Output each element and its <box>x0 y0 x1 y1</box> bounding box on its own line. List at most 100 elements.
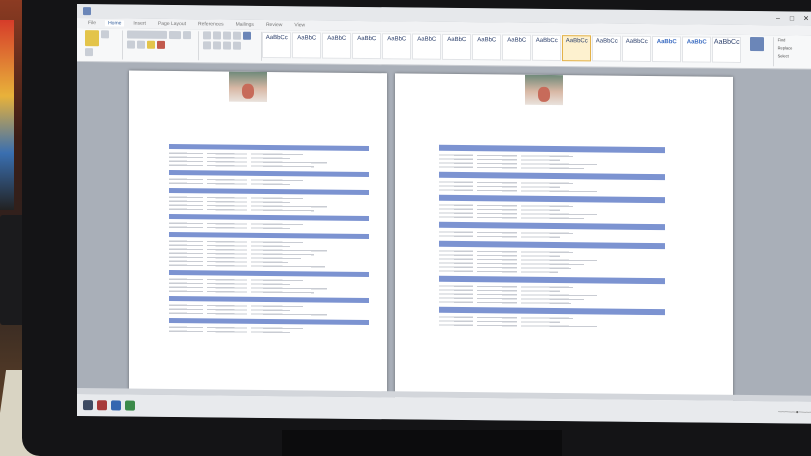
style-item[interactable]: AaBbC <box>472 34 502 61</box>
style-item[interactable]: AaBbCc <box>262 31 292 59</box>
style-item[interactable]: AaBbC <box>352 32 382 60</box>
style-sample: AaBbC <box>417 36 437 43</box>
screen: – □ ✕ File Home Insert Page Layout Reference… <box>77 4 811 424</box>
section-row <box>169 180 369 187</box>
section-row <box>169 310 369 317</box>
underline-icon[interactable] <box>136 40 145 49</box>
change-styles-group <box>741 36 774 67</box>
style-sample: AaBbC <box>477 37 497 44</box>
section-heading <box>169 231 369 240</box>
close-icon[interactable]: ✕ <box>799 15 811 23</box>
document-page-2[interactable] <box>395 73 733 407</box>
section-heading <box>439 306 665 316</box>
indent-icon[interactable] <box>232 31 241 40</box>
style-sample: AaBbCc <box>595 38 618 45</box>
numbering-icon[interactable] <box>212 31 221 40</box>
style-sample: AaBbCc <box>565 38 588 45</box>
change-styles-icon[interactable] <box>749 37 764 52</box>
editing-select-button[interactable]: Select <box>778 53 811 58</box>
style-item[interactable]: AaBbC <box>652 36 682 63</box>
style-sample: AaBbC <box>507 37 527 44</box>
style-item[interactable]: AaBbC <box>292 32 322 59</box>
style-item[interactable]: AaBbC <box>412 33 442 60</box>
style-item[interactable]: AaBbC <box>322 32 352 59</box>
tab-view[interactable]: View <box>291 22 308 28</box>
taskbar-app-icon[interactable] <box>97 400 107 411</box>
taskbar-word-icon[interactable] <box>111 400 121 411</box>
style-sample: AaBbC <box>357 35 377 43</box>
style-item[interactable]: AaBbC <box>682 36 712 63</box>
document-page-1[interactable] <box>129 70 387 394</box>
style-sample: AaBbCc <box>713 38 740 46</box>
font-color-icon[interactable] <box>156 40 165 49</box>
section-heading <box>169 317 369 326</box>
clipboard-group <box>81 30 123 60</box>
word-app-icon[interactable] <box>83 7 91 16</box>
style-sample: AaBbC <box>686 39 707 46</box>
tab-page-layout[interactable]: Page Layout <box>155 21 189 27</box>
tab-file[interactable]: File <box>85 20 99 26</box>
styles-gallery: AaBbCc AaBbC AaBbC AaBbC AaBbC AaBbC AaBbC AaBb… <box>262 31 742 66</box>
style-sample: AaBbCc <box>625 38 648 45</box>
copy-icon[interactable] <box>85 48 93 57</box>
style-sample: AaBbC <box>387 36 407 43</box>
shading-icon[interactable] <box>232 41 241 50</box>
style-item[interactable]: AaBbCc <box>562 35 592 62</box>
multilevel-icon[interactable] <box>222 31 231 40</box>
section-heading <box>169 269 369 278</box>
section-row <box>169 224 369 231</box>
style-sample: AaBbC <box>447 36 467 44</box>
align-left-icon[interactable] <box>242 31 251 40</box>
section-heading <box>439 275 665 285</box>
maximize-icon[interactable]: □ <box>785 15 799 22</box>
style-sample: AaBbCc <box>535 37 558 45</box>
background-decoration <box>0 20 14 210</box>
style-sample: AaBbCc <box>265 34 288 42</box>
style-item[interactable]: AaBbCc <box>712 36 742 63</box>
section-row <box>169 288 369 295</box>
document-workspace <box>77 62 811 407</box>
style-item[interactable]: AaBbCc <box>592 35 622 62</box>
paragraph-group <box>198 31 263 61</box>
style-sample: AaBbC <box>656 39 677 46</box>
section-heading <box>169 187 369 196</box>
style-item[interactable]: AaBbC <box>382 33 412 60</box>
cut-icon[interactable] <box>101 30 109 39</box>
paste-icon[interactable] <box>85 30 99 47</box>
tab-mailings[interactable]: Mailings <box>233 22 257 28</box>
tab-insert[interactable]: Insert <box>130 21 149 27</box>
section-row <box>169 262 369 269</box>
section-heading <box>439 221 665 231</box>
font-name-select[interactable] <box>126 30 167 39</box>
style-item[interactable]: AaBbC <box>502 34 532 61</box>
font-size-select[interactable] <box>168 30 181 40</box>
highlight-icon[interactable] <box>146 40 155 49</box>
italic-icon[interactable] <box>126 40 135 49</box>
editing-replace-button[interactable]: Replace <box>778 45 811 50</box>
editing-group: Find Replace Select <box>774 37 811 66</box>
style-item[interactable]: AaBbCc <box>532 34 562 62</box>
tab-references[interactable]: References <box>195 21 227 27</box>
style-item[interactable]: AaBbCc <box>622 35 652 63</box>
taskbar-app-icon[interactable] <box>125 400 135 411</box>
page2-sections <box>439 142 665 329</box>
start-icon[interactable] <box>83 400 93 411</box>
justify-icon[interactable] <box>222 41 231 50</box>
bullets-icon[interactable] <box>202 31 211 40</box>
section-heading <box>169 213 369 222</box>
tab-review[interactable]: Review <box>263 22 285 28</box>
zoom-slider[interactable]: ─────●──── <box>778 409 811 415</box>
align-center-icon[interactable] <box>202 41 211 50</box>
align-right-icon[interactable] <box>212 41 221 50</box>
editing-find-button[interactable]: Find <box>778 37 811 42</box>
monitor-stand <box>282 430 562 456</box>
style-sample: AaBbC <box>327 35 347 42</box>
tab-home[interactable]: Home <box>105 20 125 27</box>
font-group <box>122 30 199 61</box>
section-heading <box>439 194 665 204</box>
page1-header <box>129 107 387 130</box>
bold-icon[interactable] <box>182 31 191 40</box>
style-item[interactable]: AaBbC <box>442 33 472 61</box>
section-heading <box>169 169 369 178</box>
minimize-icon[interactable]: – <box>771 15 785 22</box>
